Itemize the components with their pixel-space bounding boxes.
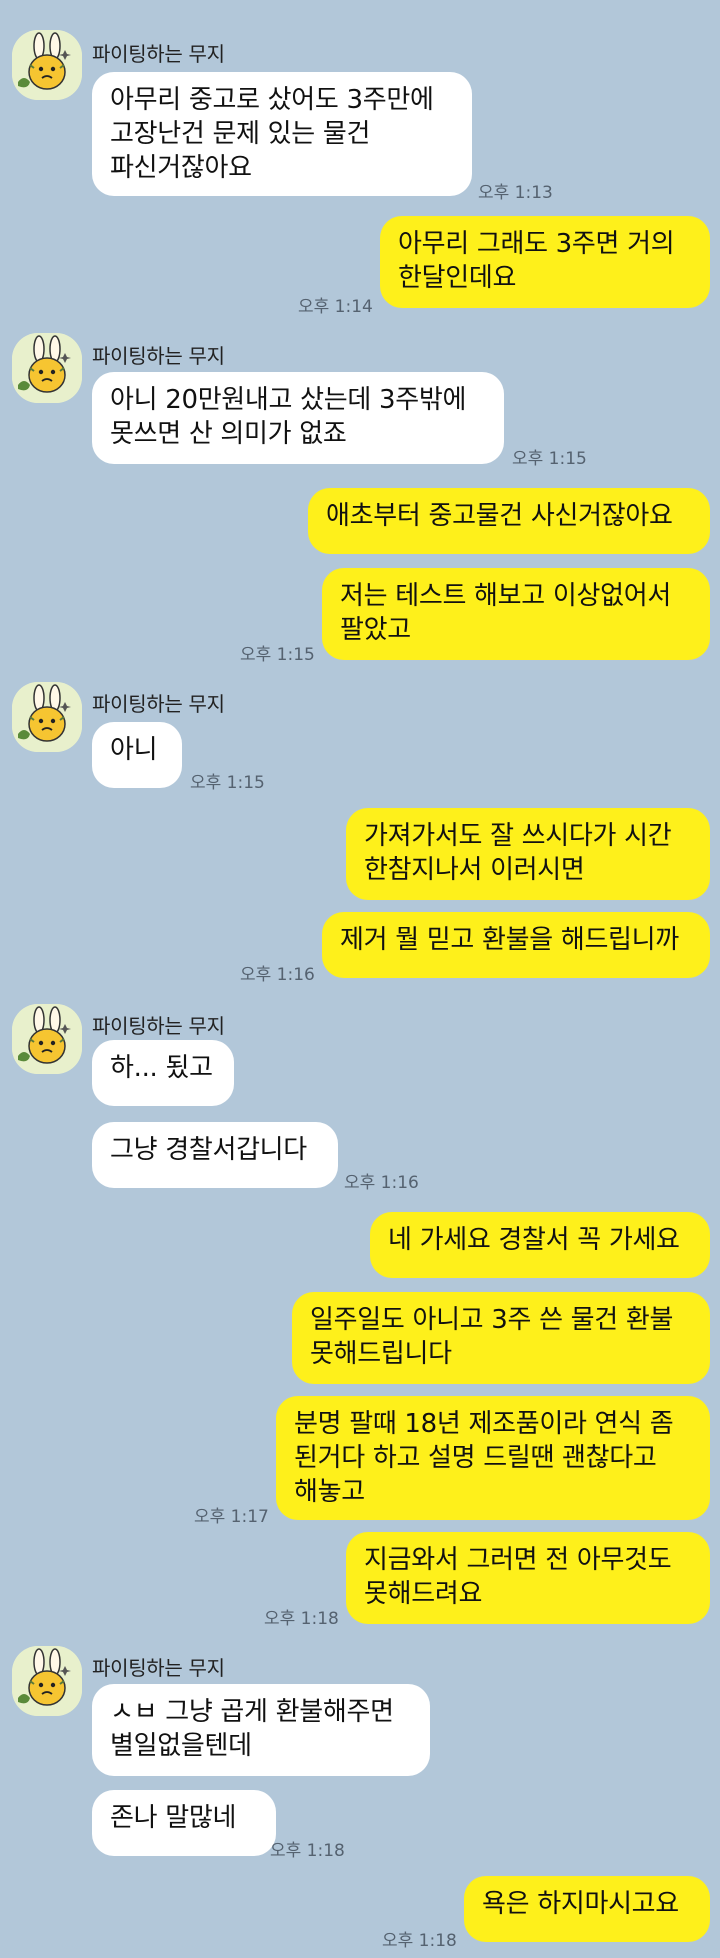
message-bubble[interactable]: 아니 20만원내고 샀는데 3주밖에 못쓰면 산 의미가 없죠 xyxy=(92,372,504,464)
message-bubble[interactable]: 그냥 경찰서갑니다 xyxy=(92,1122,338,1188)
muzi-avatar-icon xyxy=(12,1004,82,1074)
message-timestamp: 오후 1:18 xyxy=(264,1609,339,1629)
message-timestamp: 오후 1:14 xyxy=(298,297,373,317)
sender-avatar[interactable] xyxy=(12,682,82,752)
message-bubble[interactable]: 아무리 중고로 샀어도 3주만에 고장난건 문제 있는 물건 파신거잖아요 xyxy=(92,72,472,196)
message-bubble[interactable]: 존나 말많네 xyxy=(92,1790,276,1856)
message-timestamp: 오후 1:16 xyxy=(344,1173,419,1193)
message-bubble[interactable]: 지금와서 그러면 전 아무것도 못해드려요 xyxy=(346,1532,710,1624)
sender-name: 파이팅하는 무지 xyxy=(92,344,225,368)
message-bubble[interactable]: 아니 xyxy=(92,722,182,788)
sender-name: 파이팅하는 무지 xyxy=(92,692,225,716)
message-bubble[interactable]: 욕은 하지마시고요 xyxy=(464,1876,710,1942)
muzi-avatar-icon xyxy=(12,682,82,752)
message-bubble[interactable]: 분명 팔때 18년 제조품이라 연식 좀 된거다 하고 설명 드릴땐 괜찮다고 … xyxy=(276,1396,710,1520)
message-bubble[interactable]: 가져가서도 잘 쓰시다가 시간 한참지나서 이러시면 xyxy=(346,808,710,900)
sender-avatar[interactable] xyxy=(12,333,82,403)
message-timestamp: 오후 1:18 xyxy=(270,1841,345,1861)
message-bubble[interactable]: 일주일도 아니고 3주 쓴 물건 환불 못해드립니다 xyxy=(292,1292,710,1384)
muzi-avatar-icon xyxy=(12,333,82,403)
message-bubble[interactable]: 제거 뭘 믿고 환불을 해드립니까 xyxy=(322,912,710,978)
muzi-avatar-icon xyxy=(12,1646,82,1716)
message-timestamp: 오후 1:18 xyxy=(382,1931,457,1951)
message-bubble[interactable]: 저는 테스트 해보고 이상없어서 팔았고 xyxy=(322,568,710,660)
message-bubble[interactable]: 애초부터 중고물건 사신거잖아요 xyxy=(308,488,710,554)
sender-avatar[interactable] xyxy=(12,1646,82,1716)
sender-name: 파이팅하는 무지 xyxy=(92,1656,225,1680)
message-timestamp: 오후 1:17 xyxy=(194,1507,269,1527)
message-timestamp: 오후 1:13 xyxy=(478,183,553,203)
message-bubble[interactable]: 하... 됬고 xyxy=(92,1040,234,1106)
message-bubble[interactable]: 아무리 그래도 3주면 거의 한달인데요 xyxy=(380,216,710,308)
sender-avatar[interactable] xyxy=(12,30,82,100)
message-timestamp: 오후 1:16 xyxy=(240,965,315,985)
sender-name: 파이팅하는 무지 xyxy=(92,1014,225,1038)
message-timestamp: 오후 1:15 xyxy=(240,645,315,665)
message-bubble[interactable]: ㅅㅂ 그냥 곱게 환불해주면 별일없을텐데 xyxy=(92,1684,430,1776)
sender-avatar[interactable] xyxy=(12,1004,82,1074)
message-timestamp: 오후 1:15 xyxy=(512,449,587,469)
message-bubble[interactable]: 네 가세요 경찰서 꼭 가세요 xyxy=(370,1212,710,1278)
message-timestamp: 오후 1:15 xyxy=(190,773,265,793)
muzi-avatar-icon xyxy=(12,30,82,100)
sender-name: 파이팅하는 무지 xyxy=(92,42,225,66)
